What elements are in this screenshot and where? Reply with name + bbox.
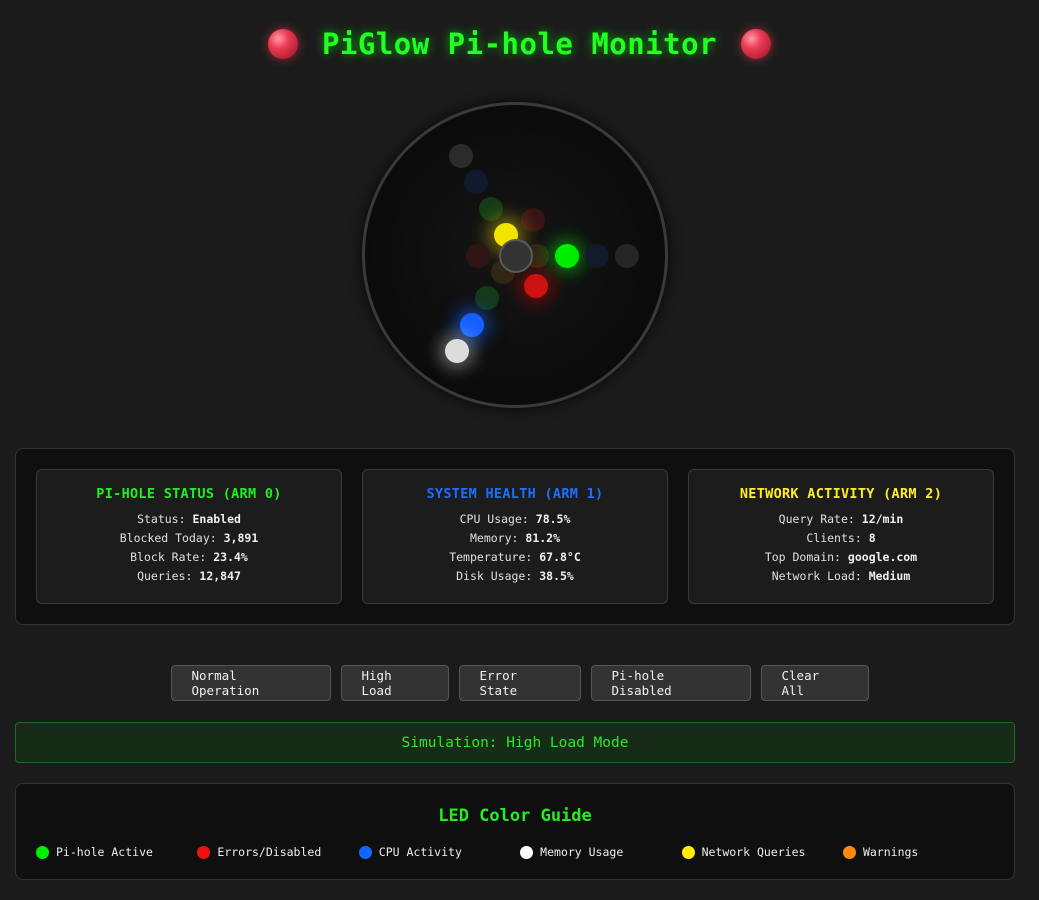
pihole-status-card: PI-HOLE STATUS (ARM 0) Status: Enabled B… [36,469,342,604]
system-health-card: SYSTEM HEALTH (ARM 1) CPU Usage: 78.5% M… [362,469,668,604]
normal-operation-button[interactable]: Normal Operation [170,665,331,701]
led-dim [615,244,639,268]
simulation-controls: Normal Operation High Load Error State P… [0,665,1039,701]
stat-row: Clients: 8 [806,531,876,545]
red-led-icon [267,29,298,59]
header: PiGlow Pi-hole Monitor [0,22,1039,66]
legend-item: Network Queries [681,845,843,859]
red-dot-icon [197,845,211,859]
legend-item: Errors/Disabled [197,845,358,859]
orange-dot-icon [842,845,856,859]
led-dim [475,286,499,310]
stat-row: CPU Usage: 78.5% [459,512,571,526]
stat-row: Block Rate: 23.4% [130,550,248,564]
legend-item: Pi-hole Active [36,845,197,859]
simulation-status: Simulation: High Load Mode [15,722,1015,763]
led-green [555,244,579,268]
green-dot-icon [36,845,49,859]
led-dim [521,208,545,232]
white-dot-icon [520,845,534,859]
legend-item: Memory Usage [520,845,681,859]
stat-row: Top Domain: google.com [764,550,918,564]
stat-row: Queries: 12,847 [137,569,241,583]
stat-row: Network Load: Medium [771,569,911,583]
legend-item: Warnings [842,845,1004,859]
piglow-disc [362,102,668,408]
led-dim [464,170,488,194]
stat-row: Status: Enabled [137,512,241,526]
page-title: PiGlow Pi-hole Monitor [321,27,718,61]
card-title: NETWORK ACTIVITY (ARM 2) [739,486,943,502]
led-dim [479,197,503,221]
stat-row: Temperature: 67.8°C [449,550,581,564]
card-title: PI-HOLE STATUS (ARM 0) [96,486,282,502]
led-dim [449,144,473,168]
stat-row: Query Rate: 12/min [778,512,904,526]
led-dim [585,244,609,268]
stat-row: Disk Usage: 38.5% [456,569,574,583]
legend: Pi-hole Active Errors/Disabled CPU Activ… [36,845,1004,859]
pihole-disabled-button[interactable]: Pi-hole Disabled [590,665,751,701]
network-activity-card: NETWORK ACTIVITY (ARM 2) Query Rate: 12/… [688,469,994,604]
led-red [524,274,548,298]
legend-item: CPU Activity [358,845,520,859]
clear-all-button[interactable]: Clear All [760,665,869,701]
arms-panel: PI-HOLE STATUS (ARM 0) Status: Enabled B… [15,448,1015,625]
led-color-guide: LED Color Guide Pi-hole Active Errors/Di… [15,783,1015,880]
card-title: SYSTEM HEALTH (ARM 1) [426,486,604,502]
disc-hub [499,239,533,273]
led-white [445,339,469,363]
high-load-button[interactable]: High Load [340,665,449,701]
guide-title: LED Color Guide [438,806,592,826]
stat-row: Blocked Today: 3,891 [119,531,259,545]
yellow-dot-icon [681,845,695,859]
red-led-icon [741,29,772,59]
stat-row: Memory: 81.2% [469,531,561,545]
blue-dot-icon [358,845,372,859]
led-blue [460,313,484,337]
error-state-button[interactable]: Error State [458,665,581,701]
led-dim [466,244,490,268]
